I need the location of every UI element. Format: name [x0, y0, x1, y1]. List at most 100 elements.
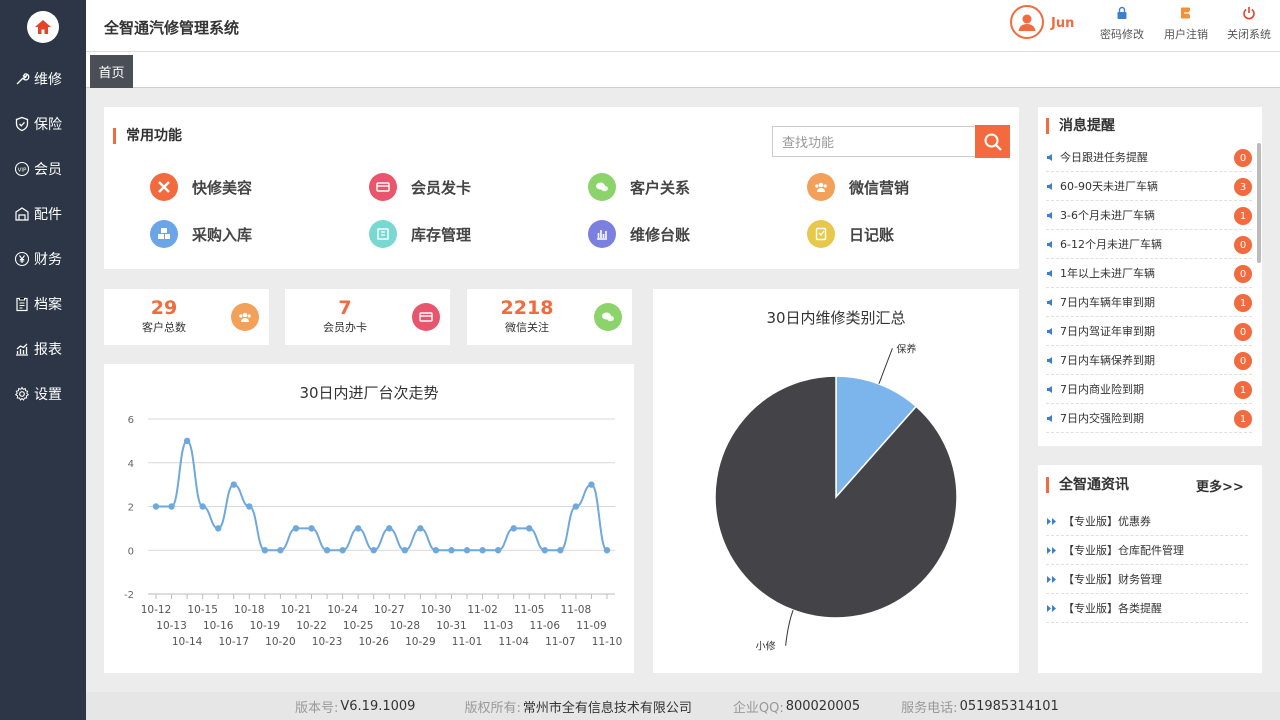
pie-slice-label: 小修	[756, 640, 776, 653]
stat-card-customers[interactable]: 29 客户总数	[104, 289, 269, 345]
data-point	[526, 525, 533, 532]
logout-button[interactable]: 用户注销	[1154, 4, 1218, 48]
x-tick-label: 10-20	[265, 636, 296, 648]
data-point	[215, 525, 222, 532]
sidebar: 维修 保险 VIP 会员 配件 财务 档案 报表 设置	[0, 0, 86, 720]
messages-scrollbar[interactable]	[1257, 143, 1261, 263]
x-tick-label: 10-17	[219, 636, 250, 648]
y-tick-label: 2	[128, 503, 134, 514]
message-item[interactable]: 7日内驾证年审到期 0	[1046, 317, 1252, 346]
data-point	[463, 547, 471, 554]
func-label: 会员发卡	[411, 178, 472, 197]
speaker-icon	[1047, 269, 1052, 277]
message-item[interactable]: 7日内交强险到期 1	[1046, 404, 1252, 433]
card-icon	[412, 303, 440, 331]
func-label: 微信营销	[849, 178, 910, 197]
message-item[interactable]: 今日跟进任务提醒 0	[1046, 143, 1252, 172]
search-button[interactable]	[975, 125, 1010, 158]
func-quick-repair[interactable]: 快修美容	[150, 173, 252, 201]
close-system-button[interactable]: 关闭系统	[1217, 4, 1280, 48]
data-point	[572, 503, 580, 510]
func-label: 快修美容	[192, 178, 253, 197]
svg-text:VIP: VIP	[18, 167, 27, 173]
messages-panel: 消息提醒 今日跟进任务提醒 0 60-90天未进厂车辆 3 3-6个月未进厂车辆 1 6-1…	[1038, 107, 1262, 446]
data-point	[541, 547, 548, 554]
message-item[interactable]: 60-90天未进厂车辆 3	[1046, 172, 1252, 201]
function-search-input[interactable]: 查找功能	[772, 126, 976, 157]
group-icon	[231, 303, 259, 331]
func-wechat-marketing[interactable]: 微信营销	[807, 173, 909, 201]
logout-icon	[1181, 7, 1193, 19]
stock-icon	[369, 220, 397, 248]
news-item[interactable]: 【专业版】仓库配件管理	[1046, 536, 1248, 565]
data-point	[448, 547, 455, 554]
stat-card-wechat[interactable]: 2218 微信关注	[467, 289, 632, 345]
x-tick-label: 10-12	[141, 604, 172, 616]
func-label: 采购入库	[192, 225, 253, 244]
sidebar-item-archive[interactable]: 档案	[0, 284, 86, 324]
data-point	[308, 525, 315, 532]
sidebar-item-label: 档案	[34, 297, 62, 313]
func-member-card[interactable]: 会员发卡	[369, 173, 471, 201]
common-functions-title: 常用功能	[113, 128, 182, 144]
data-point	[277, 547, 284, 554]
stat-card-member-cards[interactable]: 7 会员办卡	[285, 289, 450, 345]
news-more-link[interactable]: 更多>>	[1196, 476, 1244, 495]
data-point	[401, 547, 409, 554]
parts-icon	[15, 207, 29, 221]
tab-home[interactable]: 首页	[90, 55, 133, 88]
sidebar-item-label: 会员	[34, 162, 62, 178]
home-icon	[35, 20, 51, 34]
sidebar-item-member[interactable]: VIP 会员	[0, 149, 86, 189]
sidebar-item-settings[interactable]: 设置	[0, 374, 86, 414]
y-tick-label: 4	[128, 459, 134, 470]
func-customer-relation[interactable]: 客户关系	[588, 173, 690, 201]
x-tick-label: 11-04	[498, 636, 529, 648]
message-item[interactable]: 6-12个月未进厂车辆 0	[1046, 230, 1252, 259]
line-chart-panel: 30日内进厂台次走势 -2 0 2 4 6 10-12 10-13 10-14 10-15 10-…	[104, 364, 634, 673]
x-tick-label: 10-30	[421, 604, 452, 616]
message-count-badge: 1	[1234, 381, 1252, 399]
x-tick-label: 10-22	[296, 620, 327, 632]
message-item[interactable]: 1年以上未进厂车辆 0	[1046, 259, 1252, 288]
sidebar-item-parts[interactable]: 配件	[0, 194, 86, 234]
speaker-icon	[1047, 414, 1052, 422]
data-point	[339, 547, 346, 554]
qq-label: 企业QQ:	[732, 700, 784, 716]
message-item[interactable]: 7日内商业险到期 1	[1046, 375, 1252, 404]
sidebar-item-report[interactable]: 报表	[0, 329, 86, 369]
sidebar-item-repair[interactable]: 维修	[0, 59, 86, 99]
version-label: 版本号:	[295, 700, 339, 716]
func-journal[interactable]: 日记账	[807, 220, 894, 248]
footer: 版本号: V6.19.1009 版权所有: 常州市全有信息技术有限公司 企业QQ…	[86, 692, 1280, 720]
stat-label: 微信关注	[505, 321, 549, 334]
user-avatar[interactable]	[1010, 5, 1044, 39]
data-point	[292, 525, 300, 532]
stat-label: 客户总数	[142, 321, 186, 334]
news-item[interactable]: 【专业版】各类提醒	[1046, 594, 1248, 623]
func-repair-ledger[interactable]: 维修台账	[588, 220, 690, 248]
data-point	[386, 525, 393, 532]
message-item[interactable]: 7日内车辆保养到期 0	[1046, 346, 1252, 375]
bar-icon	[588, 220, 616, 248]
speaker-icon	[1047, 240, 1052, 248]
news-item[interactable]: 【专业版】财务管理	[1046, 565, 1248, 594]
news-item[interactable]: 【专业版】优惠券	[1046, 507, 1248, 536]
data-point	[557, 547, 564, 554]
func-inventory[interactable]: 库存管理	[369, 220, 471, 248]
sidebar-item-label: 财务	[34, 252, 62, 268]
x-tick-label: 10-16	[203, 620, 234, 632]
change-password-button[interactable]: 密码修改	[1090, 4, 1154, 48]
pie-slice-label: 保养	[896, 342, 916, 355]
y-tick-label: -2	[124, 590, 134, 601]
func-purchase[interactable]: 采购入库	[150, 220, 252, 248]
x-tick-label: 11-01	[452, 636, 483, 648]
sidebar-item-insurance[interactable]: 保险	[0, 104, 86, 144]
sidebar-item-finance[interactable]: 财务	[0, 239, 86, 279]
line-chart: -2024610-1210-1310-1410-1510-1610-1710-1…	[124, 415, 622, 648]
copyright-value: 常州市全有信息技术有限公司	[522, 700, 692, 716]
home-logo[interactable]	[27, 11, 59, 43]
stat-value: 7	[338, 297, 352, 319]
message-item[interactable]: 7日内车辆年审到期 1	[1046, 288, 1252, 317]
message-item[interactable]: 3-6个月未进厂车辆 1	[1046, 201, 1252, 230]
